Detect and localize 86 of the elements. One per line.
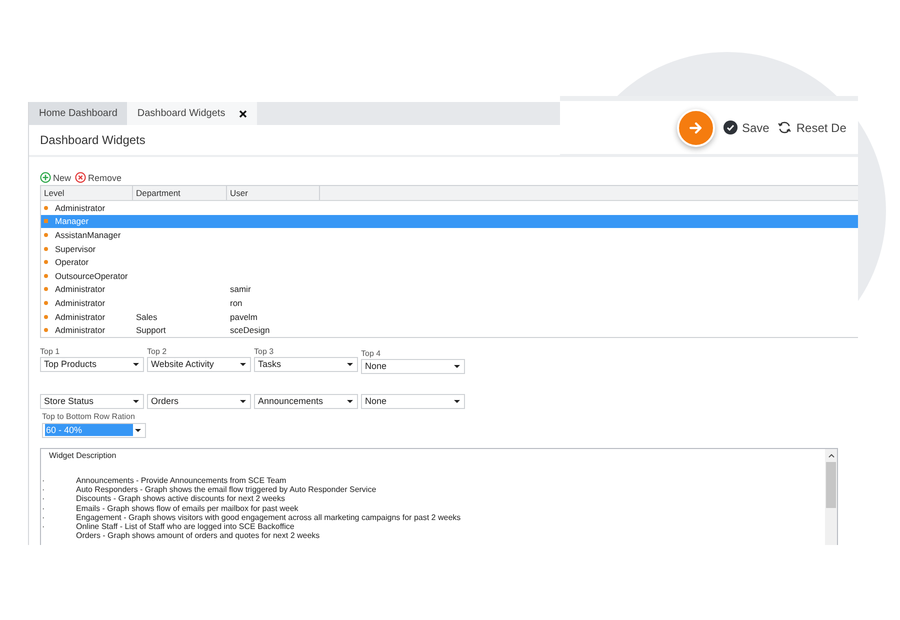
grid-row[interactable]: Supervisor bbox=[41, 242, 858, 256]
table-cell: Administrator bbox=[55, 284, 106, 294]
grid-row[interactable]: Administrator bbox=[41, 201, 858, 215]
bullet-icon bbox=[44, 328, 48, 332]
caret-icon bbox=[454, 400, 460, 403]
table-cell: pavelm bbox=[230, 312, 258, 322]
table-cell: Support bbox=[136, 325, 166, 336]
dropdown[interactable]: Top Products bbox=[40, 356, 144, 372]
table-cell: Sales bbox=[136, 312, 158, 322]
field-label: Top 2 bbox=[147, 346, 168, 356]
dropdown[interactable]: Orders bbox=[147, 394, 251, 409]
column-header[interactable]: Department bbox=[133, 186, 227, 200]
description-line: Orders - Graph shows amount of orders and quotes for next 2 weeks bbox=[76, 531, 320, 540]
description-line: Online Staff - List of Staff who are logged into SCE Backoffice bbox=[76, 522, 294, 531]
tab[interactable]: Home Dashboard bbox=[29, 102, 128, 125]
plus-icon bbox=[40, 172, 51, 183]
caret-icon bbox=[240, 362, 246, 366]
column-header[interactable]: User bbox=[227, 186, 320, 200]
dropdown[interactable]: Website Activity bbox=[147, 356, 251, 372]
bullet: · bbox=[42, 476, 45, 486]
caret-icon bbox=[133, 362, 139, 366]
field-label: Top 1 bbox=[40, 346, 61, 356]
toolbar-button[interactable]: Remove bbox=[75, 172, 122, 183]
scrollbar[interactable] bbox=[825, 448, 837, 545]
bullet-icon bbox=[44, 219, 48, 224]
table-cell: OutsourceOperator bbox=[55, 270, 128, 281]
table-cell: Operator bbox=[55, 257, 89, 268]
table-cell: Administrator bbox=[55, 325, 106, 336]
field-label: Top 3 bbox=[254, 346, 275, 356]
table-cell: AssistanManager bbox=[55, 230, 121, 240]
bullet-icon bbox=[44, 314, 48, 319]
field-label: Top to Bottom Row Ration bbox=[42, 412, 136, 421]
bullet-icon bbox=[44, 300, 48, 305]
scroll-up-icon[interactable] bbox=[828, 452, 834, 458]
caret-icon bbox=[240, 400, 246, 403]
grid-row[interactable]: OutsourceOperator bbox=[41, 268, 858, 283]
remove-icon bbox=[75, 172, 86, 183]
bullet-icon bbox=[44, 260, 48, 264]
description-box[interactable] bbox=[40, 448, 838, 545]
close-icon[interactable] bbox=[239, 110, 248, 118]
table-cell: ron bbox=[230, 298, 242, 308]
dropdown[interactable]: None bbox=[361, 394, 465, 409]
dropdown[interactable]: Announcements bbox=[254, 394, 358, 409]
grid-row[interactable]: Administrator Sales pavelm bbox=[41, 310, 858, 324]
dropdown[interactable]: Store Status bbox=[40, 394, 144, 409]
table-cell: Administrator bbox=[55, 298, 106, 308]
dropdown[interactable]: Tasks bbox=[254, 356, 358, 372]
table-cell: Administrator bbox=[55, 202, 106, 213]
grid-row[interactable]: Operator bbox=[41, 255, 858, 269]
table-cell: samir bbox=[230, 284, 251, 294]
bullet-icon bbox=[44, 274, 48, 278]
grid-row[interactable]: AssistanManager bbox=[41, 228, 858, 242]
caret-icon bbox=[454, 364, 460, 368]
tab[interactable]: Dashboard Widgets bbox=[127, 102, 258, 125]
bullet: · bbox=[42, 504, 45, 513]
bullet: · bbox=[42, 522, 45, 531]
bullet: · bbox=[42, 494, 45, 504]
bullet-icon bbox=[44, 246, 48, 251]
bullet: · bbox=[42, 485, 45, 494]
caret-icon bbox=[135, 428, 141, 432]
table-cell: Manager bbox=[55, 216, 89, 226]
bullet: · bbox=[42, 512, 45, 522]
description-title: Widget Description bbox=[49, 450, 116, 460]
refresh-icon bbox=[777, 120, 792, 135]
table-cell: Administrator bbox=[55, 312, 106, 322]
field-label: Top 4 bbox=[361, 348, 382, 358]
description-line: Emails - Graph shows flow of emails per mailbox for past week bbox=[76, 504, 298, 513]
description-line: Auto Responders - Graph shows the email flow triggered by Auto Responder Service bbox=[76, 485, 376, 494]
bullet-icon bbox=[44, 206, 48, 210]
description-line: Announcements - Provide Announcements from SCE Team bbox=[76, 476, 286, 486]
description-line: Engagement - Graph shows visitors with good engagement across all marketing campaigns for past 2 weeks bbox=[76, 512, 461, 522]
caret-icon bbox=[347, 400, 353, 403]
caret-icon bbox=[347, 362, 353, 366]
column-header[interactable]: Level bbox=[41, 186, 133, 200]
grid-row[interactable]: Administrator samir bbox=[41, 282, 858, 296]
table-cell: sceDesign bbox=[230, 325, 270, 336]
toolbar-button[interactable]: New bbox=[40, 172, 72, 183]
grid-row[interactable]: Administrator ron bbox=[41, 296, 858, 310]
description-line: Discounts - Graph shows active discounts for next 2 weeks bbox=[76, 494, 285, 504]
caret-icon bbox=[133, 400, 139, 403]
grid-row[interactable]: Administrator Support sceDesign bbox=[41, 323, 858, 337]
check-circle-icon bbox=[723, 120, 738, 135]
bullet-icon bbox=[44, 287, 48, 292]
dropdown[interactable]: None bbox=[361, 358, 465, 374]
bullet-icon bbox=[44, 232, 48, 237]
table-cell: Supervisor bbox=[55, 244, 96, 254]
